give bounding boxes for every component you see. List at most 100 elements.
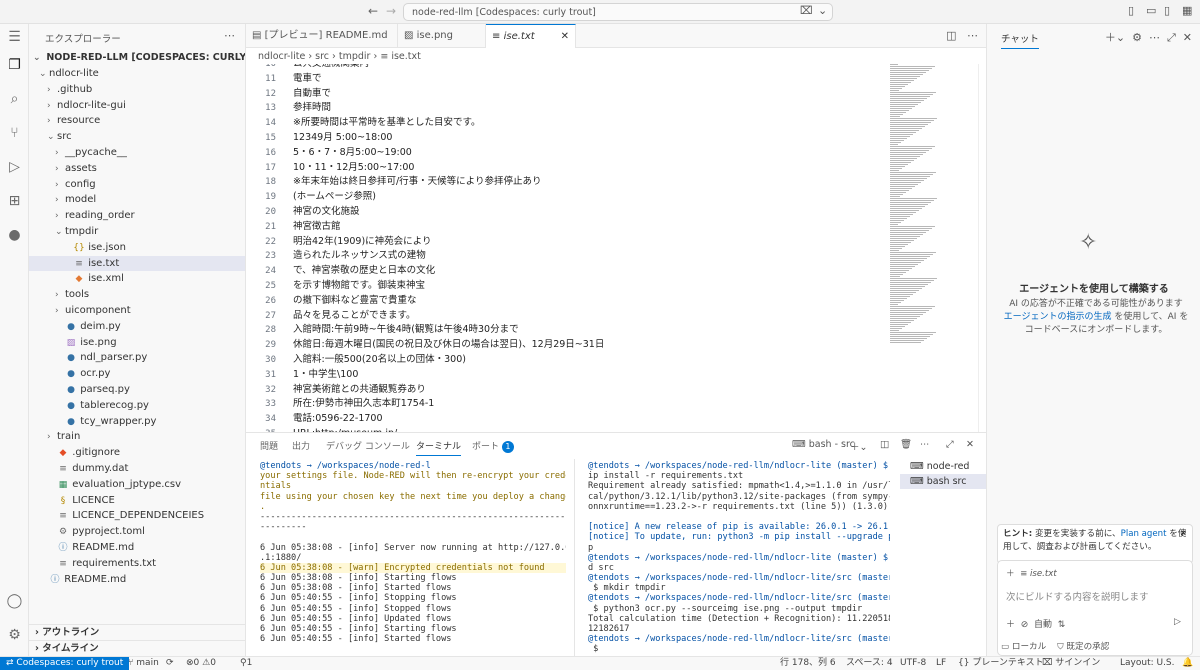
mode-select[interactable]: 自動: [1034, 620, 1052, 630]
tab-ise-txt[interactable]: ≡ ise.txt ✕: [486, 24, 576, 48]
tree-folder[interactable]: › tools: [29, 287, 245, 303]
tree-folder[interactable]: › uicomponent: [29, 303, 245, 319]
tree-file[interactable]: ● ndl_parser.py: [29, 350, 245, 366]
code-line[interactable]: 19 (ホームページ参照): [246, 190, 886, 205]
cursor-position[interactable]: 行 178、列 6: [780, 657, 836, 670]
code-line[interactable]: 13 参拝時間: [246, 101, 886, 116]
code-line[interactable]: 33 所在:伊勢市神田久志本町1754-1: [246, 397, 886, 412]
tree-folder[interactable]: › .github: [29, 82, 245, 98]
code-line[interactable]: 23 造られたルネッサンス式の建物: [246, 249, 886, 264]
more-actions-icon[interactable]: ⋯: [967, 29, 978, 42]
code-line[interactable]: 10 公共交通機関案内: [246, 64, 886, 72]
tree-file[interactable]: ▨ ise.png: [29, 335, 245, 351]
tab-output[interactable]: 出力: [292, 439, 310, 452]
account-icon[interactable]: ◯: [5, 592, 24, 611]
terminal-select[interactable]: ⌨ bash - src: [792, 439, 855, 450]
tab-debug-console[interactable]: デバッグ コンソール: [326, 439, 410, 452]
tree-folder[interactable]: › ndlocr-lite-gui: [29, 98, 245, 114]
code-line[interactable]: 15 12349月 5:00~18:00: [246, 131, 886, 146]
attachment-chip[interactable]: ＋ ≡ ise.txt: [1006, 567, 1057, 579]
remote-indicator[interactable]: ⇄ Codespaces: curly trout: [0, 657, 130, 670]
editor-scrollbar[interactable]: [978, 64, 986, 432]
more-actions-icon[interactable]: ⋯: [920, 439, 930, 450]
code-line[interactable]: 28 入館時間:午前9時~午後4時(観覧は午後4時30分まで: [246, 323, 886, 338]
tree-folder[interactable]: ⌄ src: [29, 129, 245, 145]
language-mode[interactable]: {} プレーンテキスト: [958, 657, 1044, 670]
new-terminal-icon[interactable]: ＋⌄: [850, 439, 867, 453]
tree-file[interactable]: ≡ dummy.dat: [29, 461, 245, 477]
tab-ise-png[interactable]: ▨ ise.png: [398, 24, 486, 48]
tree-folder[interactable]: › reading_order: [29, 208, 245, 224]
code-line[interactable]: 30 入館料:一般500(20名以上の団体・300): [246, 353, 886, 368]
send-icon[interactable]: ▷: [1174, 617, 1181, 627]
code-line[interactable]: 34 電話:0596-22-1700: [246, 412, 886, 427]
tree-file[interactable]: ⓘ README.md: [29, 572, 245, 588]
minimap[interactable]: [890, 64, 950, 354]
tree-file[interactable]: ● tcy_wrapper.py: [29, 414, 245, 430]
tree-file[interactable]: ≡ requirements.txt: [29, 556, 245, 572]
signin-status[interactable]: ⌧ サインイン: [1042, 657, 1100, 670]
tree-folder[interactable]: › model: [29, 192, 245, 208]
copilot-icon[interactable]: ⌧: [800, 4, 813, 17]
chat-title[interactable]: チャット: [1001, 31, 1039, 49]
tab-problems[interactable]: 問題: [260, 439, 278, 452]
code-line[interactable]: 20 神宮の文化施設: [246, 205, 886, 220]
tab-readme-preview[interactable]: ▤ [プレビュー] README.md: [246, 24, 398, 48]
customize-layout-icon[interactable]: ▦: [1182, 4, 1192, 17]
terminal-node-red[interactable]: @tendots → /workspaces/node-red-l your se…: [260, 461, 566, 657]
code-line[interactable]: 14 ※所要時間は平常時を基準とした目安です。: [246, 116, 886, 131]
ports-status[interactable]: ⚲1: [240, 657, 252, 670]
tree-file[interactable]: ● deim.py: [29, 319, 245, 335]
tree-file[interactable]: ▦ evaluation_jptype.csv: [29, 477, 245, 493]
tree-folder[interactable]: › __pycache__: [29, 145, 245, 161]
more-actions-icon[interactable]: ⋯: [1149, 31, 1160, 44]
problems-status[interactable]: ⊗0 ⚠0: [186, 657, 216, 670]
close-icon[interactable]: ✕: [561, 25, 569, 49]
terminal-list-item[interactable]: ⌨ bash src: [900, 474, 986, 489]
tree-file[interactable]: ◆ ise.xml: [29, 271, 245, 287]
tree-file[interactable]: ⚙ pyproject.toml: [29, 524, 245, 540]
code-line[interactable]: 12 自動車で: [246, 87, 886, 102]
code-line[interactable]: 17 10・11・12月5:00~17:00: [246, 161, 886, 176]
layout-secondary-icon[interactable]: ▯: [1164, 4, 1170, 17]
extensions-icon[interactable]: ⊞: [5, 192, 24, 211]
tree-file[interactable]: ≡ ise.txt: [29, 255, 245, 272]
code-line[interactable]: 25 を示す博物館です。御装束神宝: [246, 279, 886, 294]
maximize-panel-icon[interactable]: ⤢: [946, 439, 954, 450]
maximize-icon[interactable]: ⤢: [1167, 31, 1176, 44]
attach-icon[interactable]: ＋: [1006, 620, 1015, 630]
keyboard-layout[interactable]: Layout: U.S.: [1120, 657, 1175, 670]
forward-arrow-icon[interactable]: →: [386, 4, 396, 18]
outline-section[interactable]: › アウトライン: [29, 624, 245, 640]
tools-icon[interactable]: ⇅: [1058, 620, 1066, 630]
code-line[interactable]: 22 明治42年(1909)に神苑会により: [246, 235, 886, 250]
tree-file[interactable]: § LICENCE: [29, 493, 245, 509]
close-panel-icon[interactable]: ✕: [966, 439, 974, 450]
code-line[interactable]: 26 の撤下御料など豊富で貴重な: [246, 294, 886, 309]
tree-file[interactable]: ≡ LICENCE_DEPENDENCEIES: [29, 508, 245, 524]
encoding[interactable]: UTF-8: [900, 657, 926, 670]
code-line[interactable]: 16 5・6・7・8月5:00~19:00: [246, 146, 886, 161]
split-terminal-icon[interactable]: ◫: [880, 439, 889, 450]
tree-folder[interactable]: › train: [29, 429, 245, 445]
breadcrumb-item[interactable]: ndlocr-lite: [258, 51, 305, 62]
local-label[interactable]: ローカル: [1012, 642, 1046, 652]
tree-folder[interactable]: ⌄ ndlocr-lite: [29, 66, 245, 82]
chat-input-placeholder[interactable]: 次にビルドする内容を説明します: [1006, 589, 1149, 603]
breadcrumb-item[interactable]: src: [315, 51, 329, 62]
source-control-icon[interactable]: ⑂: [5, 124, 24, 143]
chevron-down-icon[interactable]: ⌄: [818, 4, 827, 17]
code-line[interactable]: 21 神宮徴古館: [246, 220, 886, 235]
plan-agent-link[interactable]: Plan agent: [1121, 529, 1167, 539]
notifications-icon[interactable]: 🔔: [1182, 657, 1193, 670]
code-line[interactable]: 32 神宮美術館との共通観覧券あり: [246, 383, 886, 398]
settings-gear-icon[interactable]: ⚙: [1132, 31, 1142, 44]
indentation[interactable]: スペース: 4: [846, 657, 893, 670]
timeline-section[interactable]: › タイムライン: [29, 640, 245, 656]
command-center[interactable]: node-red-llm [Codespaces: curly trout]: [403, 3, 833, 21]
tree-file[interactable]: ● tablerecog.py: [29, 398, 245, 414]
breadcrumb-item[interactable]: ise.txt: [391, 51, 421, 62]
generate-instructions-link[interactable]: エージェントの指示の生成: [1004, 312, 1112, 322]
explorer-root[interactable]: ⌄ NODE-RED-LLM [CODESPACES: CURLY TROUT]: [29, 50, 245, 66]
agent-icon[interactable]: ⊘: [1021, 620, 1029, 630]
